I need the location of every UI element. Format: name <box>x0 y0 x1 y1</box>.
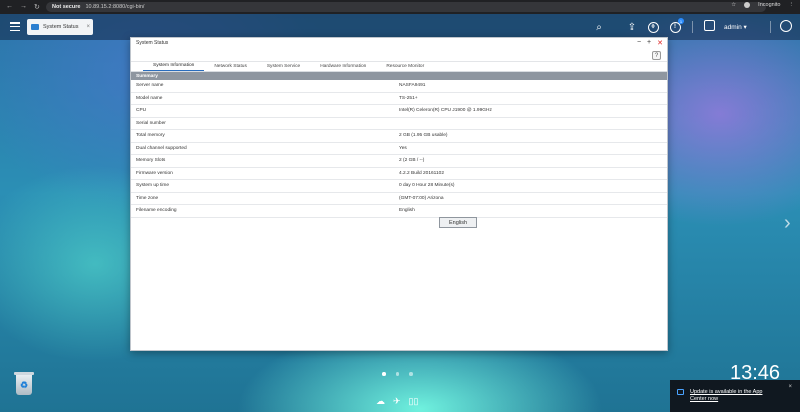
notification-link[interactable]: Update is available in the App Center no… <box>690 389 774 402</box>
tab-system-service[interactable]: System Service <box>257 64 310 71</box>
browser-toolbar: ← → ↻ Not secure 10.89.15.2:8080/cgi-bin… <box>0 0 800 14</box>
row-label: CPU <box>136 108 147 114</box>
table-row: Time zone (GMT-07:00) Arizona <box>131 193 667 205</box>
tab-bar: System Information Network Status System… <box>131 62 667 72</box>
info-table: Server name NASFA9491 Model name TS-251+ C… <box>131 80 667 218</box>
back-icon[interactable]: ← <box>6 3 13 11</box>
row-value: 0 day 0 Hour 28 Minute(s) <box>399 183 455 189</box>
browser-menu-icon[interactable]: ⋮ <box>789 2 795 8</box>
search-icon[interactable]: ⌕ <box>592 20 606 34</box>
monitor-icon <box>31 24 39 30</box>
forward-icon[interactable]: → <box>20 3 27 11</box>
taskbar-tab-system-status[interactable]: System Status × <box>27 19 93 35</box>
table-row: Dual channel supported Yes <box>131 143 667 155</box>
taskbar-tab-close-icon[interactable]: × <box>86 24 90 30</box>
row-label: Server name <box>136 83 164 89</box>
table-row: CPU Intel(R) Celeron(R) CPU J1900 @ 1.99G… <box>131 105 667 118</box>
page-dot[interactable] <box>409 372 413 376</box>
table-row: Filename encoding English <box>131 205 667 218</box>
tab-resource-monitor[interactable]: Resource Monitor <box>376 64 434 71</box>
row-value: Yes <box>399 145 407 151</box>
share-icon[interactable]: ✈ <box>393 396 401 407</box>
divider <box>692 21 693 33</box>
user-menu[interactable]: admin ▾ <box>724 23 747 31</box>
next-page-arrow-icon[interactable]: › <box>784 212 791 235</box>
row-label: System up time <box>136 183 170 189</box>
event-notification-icon[interactable]: ! 1 <box>668 18 684 34</box>
incognito-icon <box>744 2 751 8</box>
notification-toast: Update is available in the App Center no… <box>670 380 800 412</box>
system-status-window: System Status − + ✕ ? System Information… <box>130 37 668 351</box>
table-row: Total memory 2 GB (1.95 GB usable) <box>131 130 667 143</box>
help-icon[interactable]: ? <box>652 51 661 60</box>
external-device-icon[interactable]: ⌽ <box>646 20 660 34</box>
dashboard-icon[interactable] <box>780 20 792 32</box>
table-row: Firmware version 4.2.2 Build 20161102 <box>131 168 667 180</box>
window-toolbar: ? <box>131 48 667 62</box>
incognito-label: Incognito <box>758 2 781 8</box>
url-text[interactable]: 10.89.15.2:8080/cgi-bin/ <box>85 4 144 10</box>
bookmark-star-icon[interactable]: ☆ <box>731 2 736 8</box>
row-value: 2 GB (1.95 GB usable) <box>399 133 448 139</box>
window-title: System Status <box>136 40 169 46</box>
table-row: Server name NASFA9491 <box>131 80 667 93</box>
row-value: 2 (2 GB / --) <box>399 158 425 164</box>
table-row: Model name TS-251+ <box>131 93 667 105</box>
row-label: Firmware version <box>136 170 173 176</box>
row-value: NASFA9491 <box>399 83 426 89</box>
row-value: English <box>399 208 415 214</box>
desktop-page-indicator <box>382 372 413 376</box>
row-label: Model name <box>136 95 163 101</box>
book-icon[interactable]: ▯▯ <box>409 396 419 407</box>
taskbar-tab-label: System Status <box>43 24 79 30</box>
dock: ☁ ✈ ▯▯ <box>376 396 418 407</box>
row-value: (GMT-07:00) Arizona <box>399 195 444 201</box>
cloud-icon[interactable]: ☁ <box>376 396 385 407</box>
tab-hardware-information[interactable]: Hardware Information <box>310 64 376 71</box>
row-label: Memory Slots <box>136 158 166 164</box>
address-bar[interactable]: Not secure 10.89.15.2:8080/cgi-bin/ <box>46 2 766 12</box>
user-icon[interactable] <box>704 20 715 31</box>
divider <box>770 21 771 33</box>
section-header: Summary <box>131 72 667 80</box>
maximize-icon[interactable]: + <box>647 39 651 47</box>
row-label: Dual channel supported <box>136 145 187 151</box>
notification-close-icon[interactable]: × <box>788 384 792 390</box>
security-indicator[interactable]: Not secure <box>52 4 80 10</box>
row-label: Serial number <box>136 120 166 126</box>
page-dot[interactable] <box>382 372 386 376</box>
minimize-icon[interactable]: − <box>637 39 641 47</box>
row-value: TS-251+ <box>399 95 418 101</box>
row-label: Time zone <box>136 195 159 201</box>
page-dot[interactable] <box>395 372 399 376</box>
row-label: Total memory <box>136 133 165 139</box>
close-icon[interactable]: ✕ <box>657 39 663 47</box>
row-value: Intel(R) Celeron(R) CPU J1900 @ 1.99GHz <box>399 108 492 114</box>
notification-badge: 1 <box>678 18 684 24</box>
table-row: Memory Slots 2 (2 GB / --) <box>131 155 667 168</box>
encoding-tooltip: English <box>439 217 477 228</box>
tab-network-status[interactable]: Network Status <box>204 64 257 71</box>
app-center-icon <box>677 389 684 395</box>
table-row: Serial number <box>131 118 667 130</box>
reload-icon[interactable]: ↻ <box>34 3 40 11</box>
background-task-icon[interactable]: ⇪ <box>625 20 639 34</box>
recycle-bin-icon[interactable]: ♻ <box>12 372 36 398</box>
tab-system-information[interactable]: System Information <box>143 63 205 71</box>
row-label: Filename encoding <box>136 208 177 214</box>
table-row: System up time 0 day 0 Hour 28 Minute(s) <box>131 180 667 193</box>
row-value: 4.2.2 Build 20161102 <box>399 170 444 176</box>
main-menu-icon[interactable] <box>10 22 20 31</box>
